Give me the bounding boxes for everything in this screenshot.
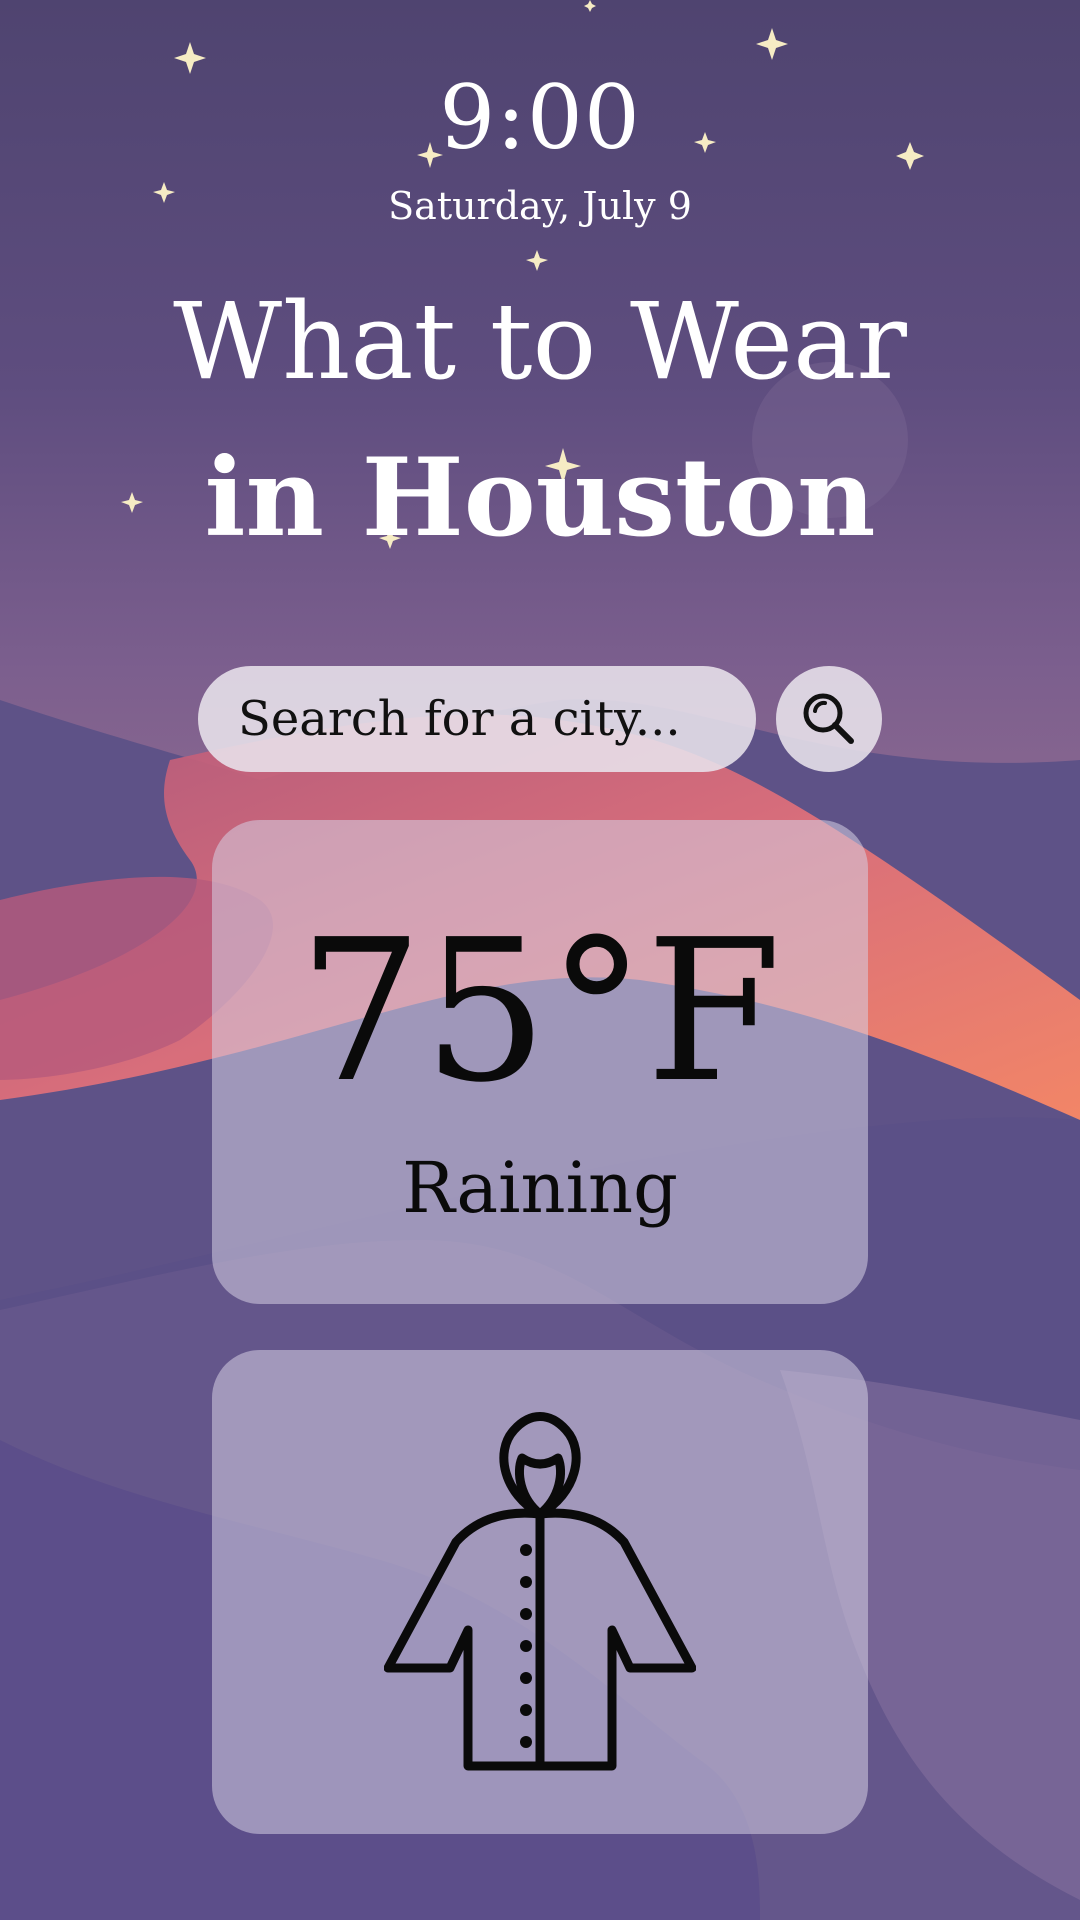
page-title: What to Wear [173, 280, 907, 403]
clock-time: 9:00 [439, 66, 641, 169]
clock-date: Saturday, July 9 [388, 184, 692, 228]
search-icon [803, 693, 854, 744]
weather-condition: Raining [402, 1147, 678, 1229]
raincoat-icon [384, 1412, 696, 1771]
weather-card: 75°F Raining [212, 820, 868, 1304]
clothing-card [212, 1350, 868, 1834]
search-placeholder: Search for a city... [238, 691, 681, 747]
search-input[interactable]: Search for a city... [198, 666, 756, 772]
temperature: 75°F [298, 898, 782, 1126]
search-button[interactable] [776, 666, 882, 772]
page-title-city: in Houston [204, 435, 876, 561]
